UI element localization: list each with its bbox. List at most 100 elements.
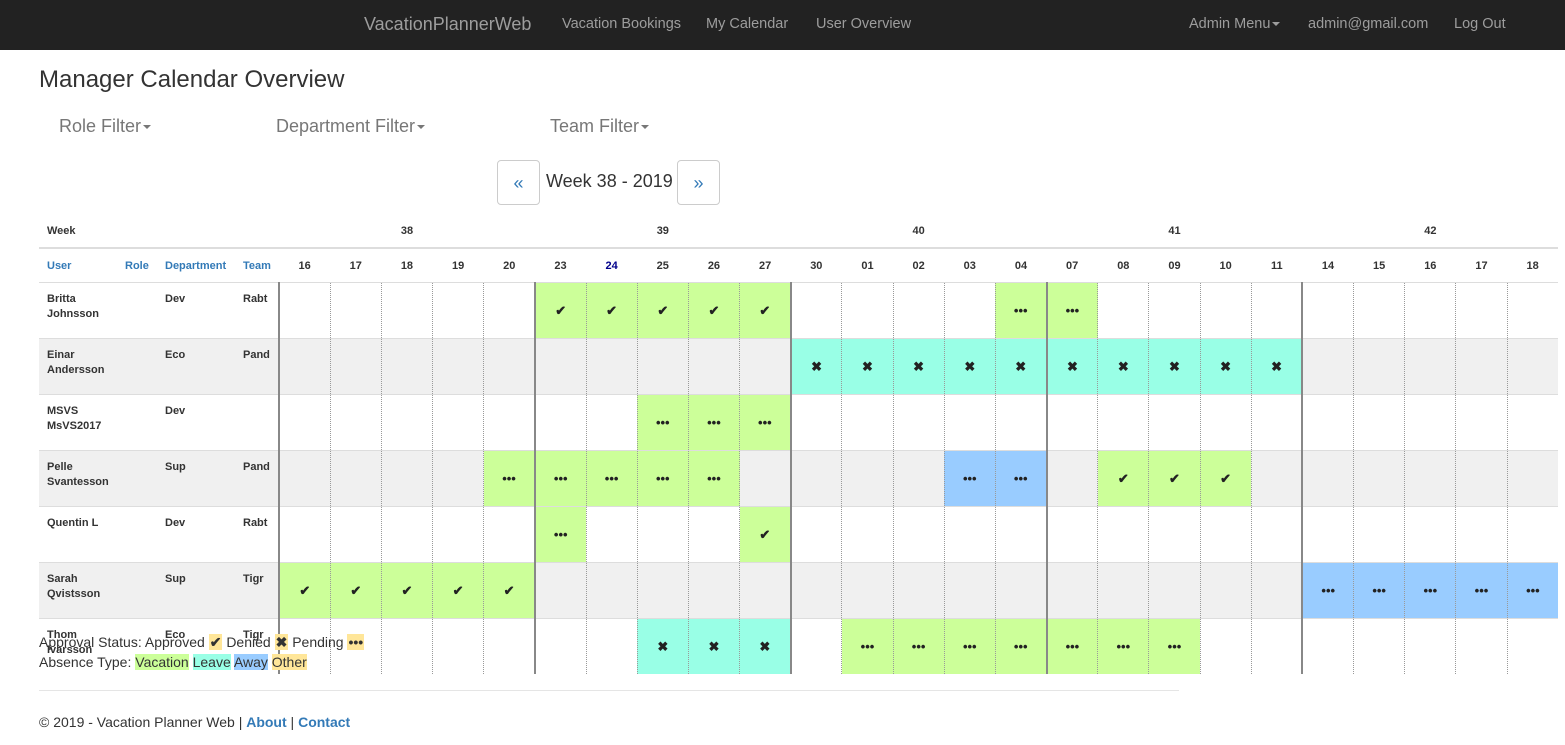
day-cell[interactable] [1353,450,1405,507]
day-cell[interactable] [1148,562,1201,619]
day-cell[interactable] [841,506,894,563]
day-cell[interactable] [432,282,484,339]
day-cell[interactable]: ✔ [1097,450,1149,507]
day-cell[interactable] [1506,506,1559,563]
day-cell[interactable]: ••• [636,394,689,451]
day-cell[interactable] [533,618,587,674]
day-cell[interactable] [789,506,842,563]
day-cell[interactable]: ••• [943,618,996,674]
day-cell[interactable] [687,506,740,563]
day-cell[interactable]: ••• [1097,618,1149,674]
day-cell[interactable]: ✔ [1148,450,1201,507]
day-cell[interactable] [432,618,484,674]
day-cell[interactable] [380,338,433,395]
day-cell[interactable] [789,450,842,507]
day-cell[interactable]: ✔ [533,282,587,339]
day-cell[interactable]: ••• [533,506,587,563]
day-cell[interactable] [1455,282,1508,339]
day-cell[interactable] [1404,394,1456,451]
about-link[interactable]: About [246,714,286,730]
next-week-button[interactable]: » [677,160,720,205]
day-cell[interactable]: ••• [1301,562,1354,619]
day-cell[interactable] [1045,450,1098,507]
day-cell[interactable] [943,282,996,339]
day-cell[interactable] [1250,282,1303,339]
day-cell[interactable]: ✖ [943,338,996,395]
day-cell[interactable] [1353,506,1405,563]
day-cell[interactable] [841,562,894,619]
day-cell[interactable] [329,506,382,563]
day-cell[interactable] [1301,618,1354,674]
day-cell[interactable] [1506,394,1559,451]
day-cell[interactable] [1301,394,1354,451]
day-cell[interactable] [1045,506,1098,563]
day-cell[interactable] [1045,394,1098,451]
day-cell[interactable] [585,618,638,674]
nav-user-email[interactable]: admin@gmail.com [1308,0,1428,50]
day-cell[interactable] [1097,282,1149,339]
day-cell[interactable] [841,394,894,451]
day-cell[interactable] [278,338,331,395]
day-cell[interactable] [1199,282,1252,339]
day-cell[interactable] [636,506,689,563]
day-cell[interactable] [1250,618,1303,674]
day-cell[interactable] [994,506,1047,563]
day-cell[interactable]: ✖ [636,618,689,674]
previous-week-button[interactable]: « [497,160,540,205]
day-cell[interactable] [1506,450,1559,507]
day-cell[interactable] [841,450,894,507]
day-cell[interactable] [1250,450,1303,507]
day-cell[interactable]: ✖ [994,338,1047,395]
day-cell[interactable] [329,338,382,395]
day-cell[interactable] [1301,282,1354,339]
day-cell[interactable] [432,450,484,507]
role-filter-dropdown[interactable]: Role Filter [59,116,152,137]
day-cell[interactable] [533,562,587,619]
day-cell[interactable] [892,394,945,451]
day-cell[interactable] [278,282,331,339]
day-cell[interactable]: ••• [994,450,1047,507]
day-cell[interactable] [1148,282,1201,339]
contact-link[interactable]: Contact [298,714,350,730]
day-cell[interactable] [1404,450,1456,507]
day-cell[interactable]: ✖ [1148,338,1201,395]
day-cell[interactable]: ✔ [585,282,638,339]
day-cell[interactable] [380,394,433,451]
day-cell[interactable] [1353,618,1405,674]
day-cell[interactable] [943,394,996,451]
day-cell[interactable] [585,506,638,563]
day-cell[interactable]: ✖ [789,338,842,395]
day-cell[interactable]: ••• [1148,618,1201,674]
day-cell[interactable] [789,618,842,674]
day-cell[interactable] [432,506,484,563]
day-cell[interactable] [892,562,945,619]
day-cell[interactable] [739,450,791,507]
day-cell[interactable] [329,282,382,339]
day-cell[interactable] [994,562,1047,619]
day-cell[interactable] [1148,394,1201,451]
day-cell[interactable] [585,338,638,395]
day-cell[interactable]: ✖ [841,338,894,395]
nav-my-calendar[interactable]: My Calendar [706,0,788,50]
day-cell[interactable]: ✔ [432,562,484,619]
day-cell[interactable] [1353,394,1405,451]
day-cell[interactable] [1250,394,1303,451]
day-cell[interactable]: ••• [636,450,689,507]
day-cell[interactable]: ✖ [1250,338,1303,395]
day-cell[interactable]: ✔ [687,282,740,339]
day-cell[interactable]: ••• [687,450,740,507]
day-cell[interactable]: ••• [994,282,1047,339]
day-cell[interactable] [380,282,433,339]
day-cell[interactable]: ••• [841,618,894,674]
day-cell[interactable] [789,562,842,619]
day-cell[interactable] [1250,562,1303,619]
day-cell[interactable] [1199,562,1252,619]
nav-user-overview[interactable]: User Overview [816,0,911,50]
team-filter-dropdown[interactable]: Team Filter [550,116,650,137]
day-cell[interactable]: ✖ [1199,338,1252,395]
day-cell[interactable] [483,394,535,451]
day-cell[interactable]: ••• [1506,562,1559,619]
day-cell[interactable] [432,394,484,451]
day-cell[interactable] [1506,618,1559,674]
day-cell[interactable] [687,338,740,395]
